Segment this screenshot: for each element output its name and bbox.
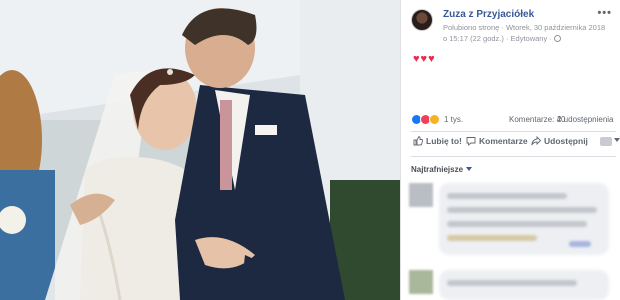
comment-avatar[interactable] [409,183,433,207]
comment-sort-dropdown[interactable]: Najtrafniejsze [411,165,473,174]
redacted-reactions [569,241,591,247]
reactions-bar: 1 tys. Komentarze: 40 2 udostępnienia [411,114,616,128]
post-actions: Lubię to! Komentarze Udostępnij [411,136,620,152]
more-options-button[interactable]: ••• [597,7,612,19]
post-meta-date[interactable]: Polubiono stronę · Wtorek, 30 październi… [443,23,605,32]
post-sidebar: Zuza z Przyjaciółek Polubiono stronę · W… [400,0,620,300]
divider [411,156,616,157]
post-photo[interactable] [0,0,400,300]
page-avatar[interactable] [411,9,433,31]
divider [411,131,616,132]
like-button[interactable]: Lubię to! [413,136,462,146]
comment-button[interactable]: Komentarze [466,136,528,146]
redacted-text [447,280,577,286]
share-as-avatar[interactable] [600,137,612,146]
shares-count[interactable]: 2 udostępnienia [557,115,614,124]
share-label: Udostępnij [544,136,588,146]
redacted-text [447,235,537,241]
comment-item [409,183,617,263]
redacted-text [447,193,567,199]
post-meta-time: o 15:17 (22 godz.) · Edytowany · [443,34,561,43]
wedding-photo-illustration [0,0,400,300]
chevron-down-icon[interactable] [614,138,620,142]
comment-avatar[interactable] [409,270,433,294]
sort-label: Najtrafniejsze [411,165,464,174]
post-meta-time-text[interactable]: o 15:17 (22 godz.) · Edytowany · [443,34,552,43]
page-name-link[interactable]: Zuza z Przyjaciółek [443,9,534,20]
globe-icon [553,35,561,42]
like-icon [413,136,423,146]
share-icon [531,136,541,146]
comment-item [409,270,617,300]
redacted-text [447,207,597,213]
post-header: Zuza z Przyjaciółek Polubiono stronę · W… [411,7,616,47]
post-caption: ♥♥♥ [413,53,436,65]
like-label: Lubię to! [426,136,462,146]
redacted-text [447,221,587,227]
comment-icon [466,137,476,146]
reactions-count[interactable]: 1 tys. [444,115,463,124]
sad-reaction-icon[interactable] [429,114,440,125]
comment-label: Komentarze [479,136,528,146]
chevron-down-icon [466,167,473,171]
share-button[interactable]: Udostępnij [531,136,588,146]
